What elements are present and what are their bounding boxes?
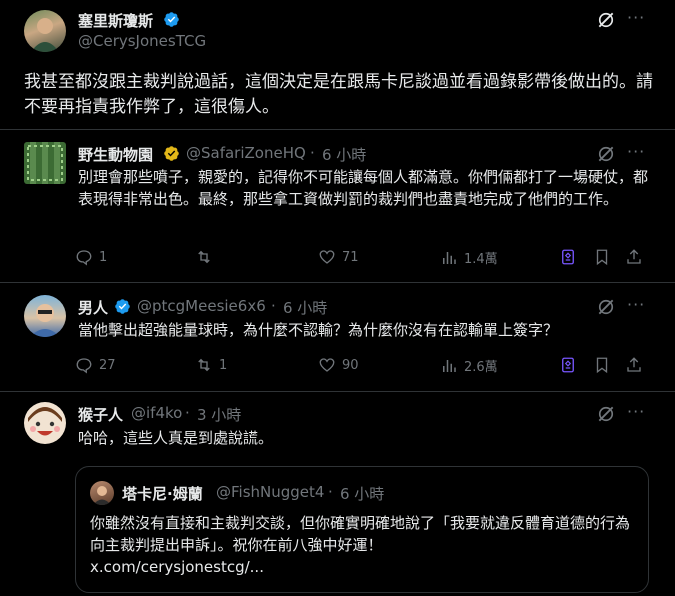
avatar[interactable]: [24, 142, 66, 184]
reply-text: 別理會那些噴子，親愛的，記得你不可能讓每個人都滿意。你們倆都打了一場硬仗，都表現…: [78, 168, 649, 208]
quoted-author-handle: @FishNugget4: [216, 483, 325, 501]
bookmark-icon: [596, 249, 608, 266]
post-text: 我甚至都沒跟主裁判說過話，這個決定是在跟馬卡尼談過並看過錄影帶後做出的。請不要再…: [24, 72, 653, 117]
reply-post: 野生動物園 @SafariZoneHQ · 6 小時 ··· 別理會那些噴子，親…: [0, 130, 675, 283]
reply-text: 哈哈，這些人真是到處說謊。: [78, 429, 274, 447]
grok-icon[interactable]: [596, 404, 616, 424]
avatar[interactable]: [24, 402, 66, 444]
heart-icon: [319, 358, 335, 372]
author-handle[interactable]: @ptcgMeesie6x6: [137, 297, 266, 315]
separator: ·: [310, 144, 315, 162]
repost-button[interactable]: 1: [195, 356, 227, 374]
views-button[interactable]: 2.6萬: [440, 356, 498, 375]
grok-analyze-button[interactable]: [559, 356, 577, 374]
avatar: [90, 481, 114, 505]
grok-analyze-button[interactable]: [559, 248, 577, 266]
reply-count: 1: [99, 249, 108, 265]
repost-count: 1: [219, 357, 228, 373]
author-name[interactable]: 塞里斯瓊斯: [78, 10, 153, 31]
grok-icon[interactable]: [596, 144, 616, 164]
grok-icon[interactable]: [596, 10, 616, 30]
repost-icon: [198, 250, 210, 264]
avatar[interactable]: [24, 295, 66, 337]
view-count: 1.4萬: [464, 252, 498, 267]
avatar[interactable]: [24, 10, 66, 52]
verified-badge-icon: [164, 12, 179, 27]
reply-button[interactable]: 27: [75, 356, 116, 374]
author-handle[interactable]: @CerysJonesTCG: [78, 32, 206, 50]
timestamp[interactable]: 6 小時: [283, 297, 327, 318]
quoted-link[interactable]: x.com/cerysjonestcg/...: [90, 556, 635, 578]
share-icon: [627, 249, 641, 264]
quoted-author-name: 塔卡尼·姆蘭: [122, 485, 203, 503]
author-handle[interactable]: @SafariZoneHQ: [186, 144, 306, 162]
share-icon: [627, 357, 641, 372]
reply-icon: [76, 250, 92, 266]
more-options-icon[interactable]: ···: [627, 8, 645, 27]
author-name[interactable]: 猴子人: [78, 404, 123, 425]
quoted-timestamp: 6 小時: [340, 485, 385, 503]
repost-icon: [198, 358, 210, 372]
grok-analyze-icon: [562, 357, 574, 373]
more-options-icon[interactable]: ···: [627, 142, 645, 161]
action-bar: 1 71 1.4萬: [75, 248, 650, 270]
reply-button[interactable]: 1: [75, 248, 107, 266]
quoted-text: 你雖然沒有直接和主裁判交談，但你確實明確地說了「我要就違反體育道德的行為向主裁判…: [90, 514, 631, 554]
grok-icon[interactable]: [596, 297, 616, 317]
verified-badge-icon: [115, 299, 130, 314]
reply-count: 27: [99, 357, 116, 373]
heart-icon: [319, 250, 335, 264]
separator: ·: [271, 297, 276, 315]
reply-post: 男人 @ptcgMeesie6x6 · 6 小時 ··· 當他擊出超強能量球時，…: [0, 283, 675, 392]
like-button[interactable]: 90: [318, 356, 359, 374]
verified-badge-icon: [164, 146, 179, 161]
action-bar: 27 1 90 2.6萬: [75, 356, 650, 378]
bookmark-icon: [596, 357, 608, 374]
more-options-icon[interactable]: ···: [627, 402, 645, 421]
author-name[interactable]: 野生動物園: [78, 144, 153, 165]
like-button[interactable]: 71: [318, 248, 359, 266]
separator: ·: [328, 483, 333, 501]
author-name[interactable]: 男人: [78, 297, 108, 318]
view-count: 2.6萬: [464, 360, 498, 375]
timestamp[interactable]: 6 小時: [322, 144, 366, 165]
main-post: 塞里斯瓊斯 @CerysJonesTCG ··· 我甚至都沒跟主裁判說過話，這個…: [0, 0, 675, 130]
views-icon: [443, 251, 456, 264]
timestamp[interactable]: 3 小時: [197, 404, 241, 425]
like-count: 90: [342, 357, 359, 373]
bookmark-button[interactable]: [593, 248, 611, 266]
share-button[interactable]: [625, 356, 643, 374]
bookmark-button[interactable]: [593, 356, 611, 374]
author-handle[interactable]: @if4ko: [131, 404, 182, 422]
separator: ·: [185, 404, 190, 422]
share-button[interactable]: [625, 248, 643, 266]
quoted-post[interactable]: 塔卡尼·姆蘭 @FishNugget4 · 6 小時 你雖然沒有直接和主裁判交談…: [75, 466, 649, 593]
more-options-icon[interactable]: ···: [627, 295, 645, 314]
views-button[interactable]: 1.4萬: [440, 248, 498, 267]
reply-icon: [76, 358, 92, 374]
repost-button[interactable]: [195, 248, 219, 266]
like-count: 71: [342, 249, 359, 265]
views-icon: [443, 359, 456, 372]
grok-analyze-icon: [562, 249, 574, 265]
reply-text: 當他擊出超強能量球時，為什麼不認輸？為什麼你沒有在認輸單上簽字？: [78, 321, 559, 339]
